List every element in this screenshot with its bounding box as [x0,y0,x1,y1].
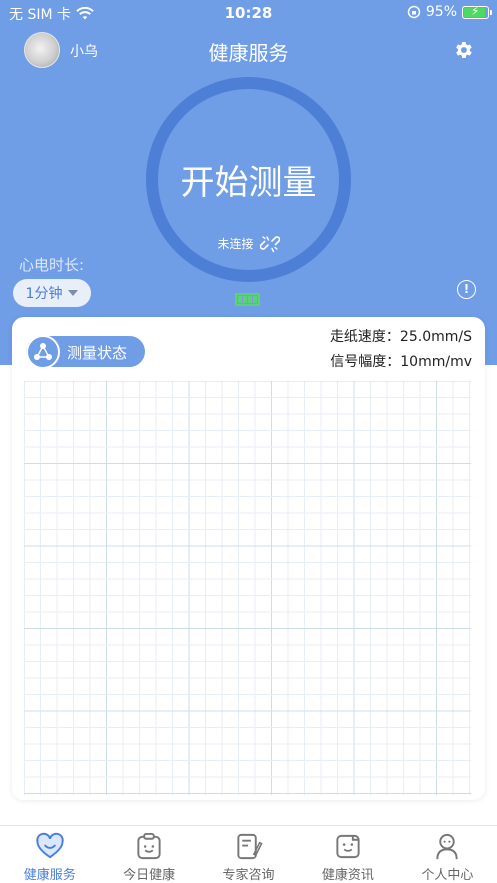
tab-personal-center[interactable]: 个人中心 [398,826,497,883]
connection-status: 未连接 [146,233,351,253]
device-battery-icon [235,293,260,306]
tab-health-service[interactable]: 健康服务 [0,826,99,883]
ecg-grid [23,380,471,795]
start-measure-button[interactable]: 开始测量 [146,155,351,204]
gear-icon[interactable] [452,39,474,61]
paper-speed: 走纸速度：25.0mm/S [329,329,472,345]
share-nodes-icon [26,334,60,369]
news-face-icon [336,834,360,859]
tab-expert-consult[interactable]: 专家咨询 [199,826,298,883]
caret-down-icon [68,290,79,296]
tab-today-health[interactable]: 今日健康 [99,826,198,883]
measure-state-label: 测量状态 [67,344,128,362]
broken-link-icon [259,236,280,253]
document-pen-icon [236,833,263,860]
orientation-lock-icon [407,5,421,19]
battery-icon: ⚡ [462,4,492,19]
duration-label: 心电时长: [19,256,85,274]
signal-amplitude: 信号幅度：10mm/mv [330,354,472,370]
duration-select[interactable]: 1分钟 [13,279,91,307]
ecg-card: 测量状态 走纸速度：25.0mm/S 信号幅度：10mm/mv [12,317,485,800]
duration-value: 1分钟 [25,286,63,302]
measure-state-badge: 测量状态 [26,334,145,369]
heart-icon [36,832,64,859]
page-title: 健康服务 [208,41,289,65]
connection-status-label: 未连接 [217,236,254,251]
info-icon[interactable]: ! [457,280,476,299]
clipboard-face-icon [137,832,161,860]
tab-health-news[interactable]: 健康资讯 [298,826,397,883]
person-icon [436,833,458,860]
status-bar: 无 SIM 卡 10:28 95% ⚡ [0,0,497,26]
battery-percent: 95% [425,4,457,20]
tab-bar: 健康服务 今日健康 专家咨询 健康资讯 个人中心 [0,825,497,883]
